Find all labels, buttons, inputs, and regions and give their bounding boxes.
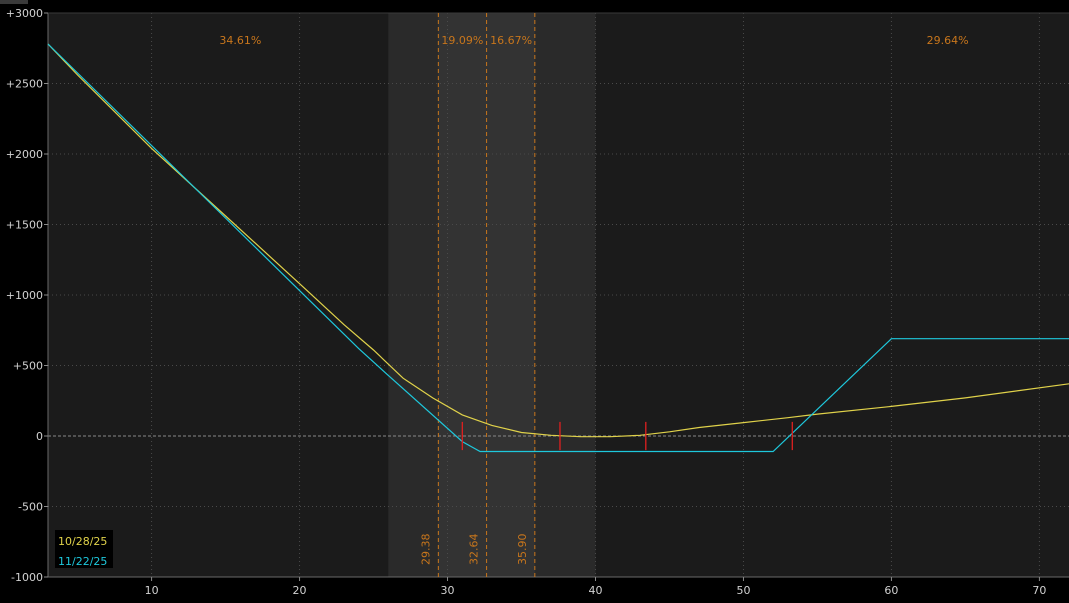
- chart-svg: 29.38 32.64 35.90 34.61% 19.09% 16.67% 29.64%…: [0, 0, 1069, 603]
- probability-line-label: 29.38: [419, 534, 432, 566]
- window-tab-stub: [0, 0, 28, 4]
- x-tick-label: 10: [145, 584, 159, 597]
- x-tick-label: 20: [293, 584, 307, 597]
- probability-line-label: 35.90: [516, 534, 529, 566]
- y-tick-label: +2500: [6, 78, 43, 91]
- x-tick-label: 50: [736, 584, 750, 597]
- risk-profile-chart: 29.38 32.64 35.90 34.61% 19.09% 16.67% 29.64%…: [0, 0, 1069, 603]
- y-tick-label: 0: [36, 430, 43, 443]
- y-tick-label: -1000: [11, 571, 43, 584]
- probability-percent: 19.09%: [441, 34, 483, 47]
- x-tick-label: 30: [441, 584, 455, 597]
- y-tick-label: -500: [18, 501, 43, 514]
- y-tick-label: +500: [13, 360, 43, 373]
- probability-line-label: 32.64: [468, 534, 481, 566]
- y-tick-label: +1000: [6, 289, 43, 302]
- x-tick-label: 70: [1032, 584, 1046, 597]
- x-tick-label: 40: [588, 584, 602, 597]
- probability-percent: 34.61%: [219, 34, 261, 47]
- probability-percent: 16.67%: [490, 34, 532, 47]
- legend: 10/28/25 11/22/25: [55, 530, 113, 568]
- probability-percent: 29.64%: [927, 34, 969, 47]
- y-tick-label: +2000: [6, 148, 43, 161]
- y-tick-label: +1500: [6, 219, 43, 232]
- legend-entry-1: 10/28/25: [58, 535, 107, 548]
- legend-entry-2: 11/22/25: [58, 555, 107, 568]
- x-tick-label: 60: [884, 584, 898, 597]
- y-tick-label: +3000: [6, 7, 43, 20]
